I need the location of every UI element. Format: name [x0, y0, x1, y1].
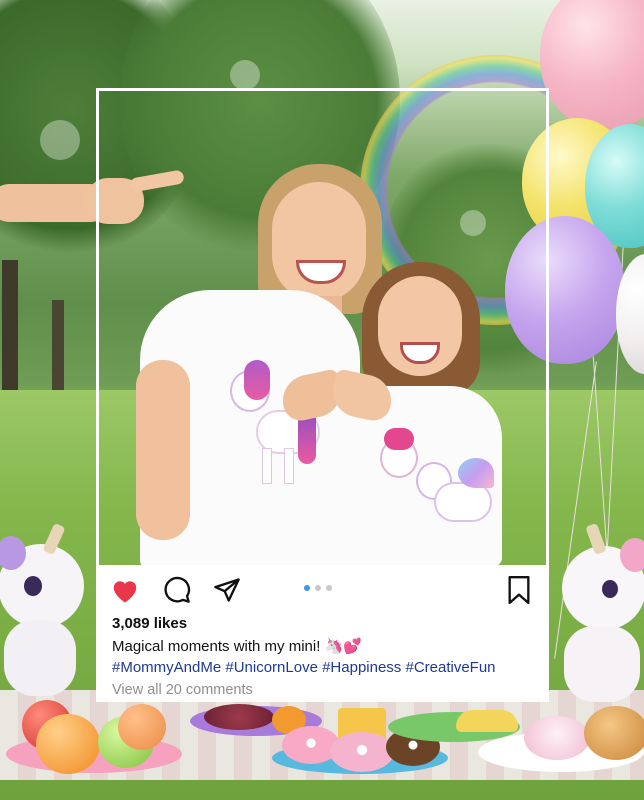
paper-plane-icon[interactable]	[212, 575, 242, 605]
bookmark-icon[interactable]	[504, 575, 534, 605]
banana	[456, 710, 518, 732]
comment-icon[interactable]	[162, 575, 192, 605]
croissant	[584, 706, 644, 760]
likes-count[interactable]: 3,089 likes	[112, 615, 187, 632]
photo-scene: 3,089 likes Magical moments with my mini…	[0, 0, 644, 800]
light-bokeh	[40, 120, 80, 160]
tree-trunk	[52, 300, 64, 390]
light-bokeh	[230, 60, 260, 90]
view-comments-link[interactable]: View all 20 comments	[112, 682, 253, 698]
instagram-post-panel: 3,089 likes Magical moments with my mini…	[96, 565, 549, 702]
post-hashtags[interactable]: #MommyAndMe #UnicornLove #Happiness #Cre…	[112, 659, 496, 676]
grapes	[204, 704, 274, 730]
orange-fruit	[36, 714, 100, 774]
post-caption: Magical moments with my mini! 🦄💕	[112, 638, 362, 655]
carousel-indicator	[304, 585, 332, 591]
tree-trunk	[2, 260, 18, 390]
carousel-dot-active	[304, 585, 310, 591]
action-bar	[96, 565, 549, 611]
pink-donut	[330, 732, 394, 772]
carousel-dot	[315, 585, 321, 591]
cupcake	[524, 716, 590, 760]
peach-fruit	[118, 704, 166, 750]
unicorn-plush-left	[0, 522, 94, 698]
carousel-dot	[326, 585, 332, 591]
heart-icon[interactable]	[110, 575, 140, 605]
unicorn-plush-right	[556, 522, 644, 708]
